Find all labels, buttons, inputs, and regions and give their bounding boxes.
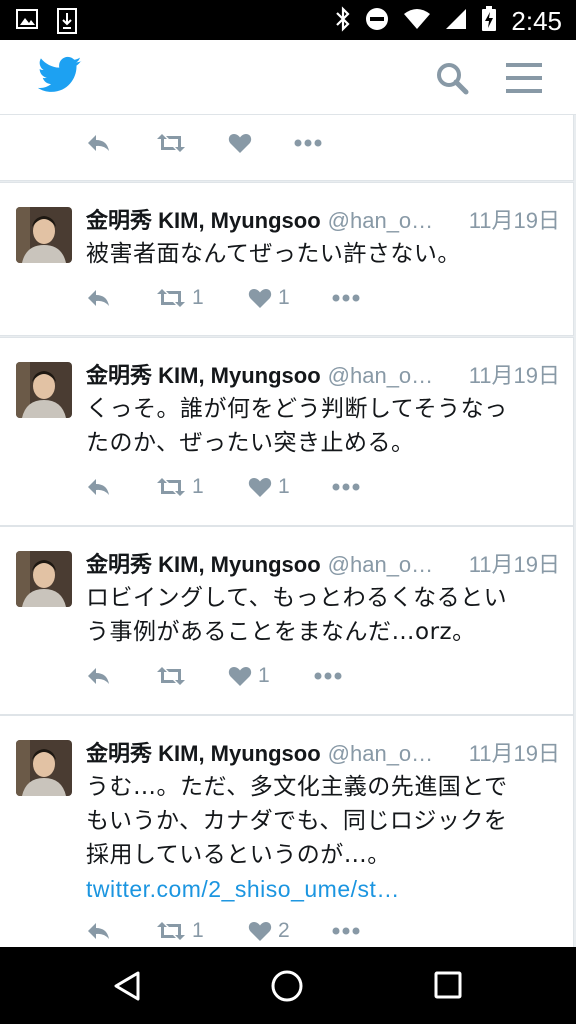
retweet-icon (157, 289, 185, 307)
wifi-icon (403, 8, 431, 34)
heart-icon (248, 289, 272, 308)
more-icon[interactable] (332, 916, 360, 946)
tweet-text-line: う事例があることをまなんだ…orz。 (86, 619, 476, 645)
tweet-card[interactable]: 金明秀 KIM, Myungsoo @han_o… 11月19日 被害者面なんて… (0, 182, 574, 336)
author-name[interactable]: 金明秀 KIM, Myungsoo (86, 208, 321, 233)
tweet-date[interactable]: 11月19日 (469, 736, 560, 768)
tweet-card-partial[interactable] (0, 115, 574, 181)
retweet-icon (157, 478, 185, 496)
tweet-header: 金明秀 KIM, Myungsoo @han_o… 11月19日 (86, 736, 560, 768)
twitter-bird-icon[interactable] (37, 56, 82, 98)
retweet-button[interactable]: 1 (156, 283, 204, 313)
timeline-feed[interactable]: 金明秀 KIM, Myungsoo @han_o… 11月19日 被害者面なんて… (0, 115, 576, 947)
retweet-count: 1 (192, 475, 204, 498)
author-handle[interactable]: @han_o… (328, 363, 434, 388)
like-count: 1 (278, 286, 290, 309)
reply-icon[interactable] (86, 916, 112, 946)
tweet-text-line: 採用しているというのが…。 (86, 842, 391, 868)
avatar[interactable] (16, 551, 72, 607)
author-handle[interactable]: @han_o… (328, 552, 434, 577)
like-count: 2 (278, 919, 290, 942)
tweet-text-line: もいうか、カナダでも、同じロジックを (86, 808, 508, 834)
tweet-header: 金明秀 KIM, Myungsoo @han_o… 11月19日 (86, 547, 560, 579)
heart-icon (228, 667, 252, 686)
search-icon[interactable] (434, 60, 470, 100)
tweet-date[interactable]: 11月19日 (469, 203, 560, 235)
retweet-button[interactable] (156, 661, 192, 691)
retweet-button[interactable]: 1 (156, 916, 204, 946)
back-icon[interactable] (110, 969, 144, 1007)
more-icon[interactable] (314, 661, 342, 691)
tweet-actions: 1 2 (86, 916, 386, 946)
tweet-text-line: うむ…。ただ、多文化主義の先進国とで (86, 774, 508, 800)
reply-icon[interactable] (86, 128, 112, 158)
author-name[interactable]: 金明秀 KIM, Myungsoo (86, 552, 321, 577)
tweet-header: 金明秀 KIM, Myungsoo @han_o… 11月19日 (86, 203, 560, 235)
tweet-text-line: ロビイングして、もっとわるくなるとい (86, 585, 508, 611)
tweet-card[interactable]: 金明秀 KIM, Myungsoo @han_o… 11月19日 くっそ。誰が何… (0, 337, 574, 526)
do-not-disturb-icon (365, 7, 389, 35)
tweet-actions (86, 128, 386, 158)
more-icon[interactable] (332, 472, 360, 502)
hamburger-menu-icon[interactable] (504, 60, 544, 100)
tweet-card[interactable]: 金明秀 KIM, Myungsoo @han_o… 11月19日 うむ…。ただ、… (0, 715, 574, 947)
system-navigation-bar (0, 947, 576, 1024)
tweet-actions: 1 (86, 661, 386, 691)
like-button[interactable]: 1 (248, 472, 290, 502)
like-count: 1 (258, 664, 270, 687)
battery-charging-icon (481, 6, 497, 36)
tweet-date[interactable]: 11月19日 (469, 547, 560, 579)
tweet-link[interactable]: twitter.com/2_shiso_ume/st… (86, 872, 560, 906)
avatar[interactable] (16, 740, 72, 796)
recents-icon[interactable] (432, 969, 464, 1005)
retweet-icon (157, 667, 185, 685)
like-button[interactable]: 1 (228, 661, 270, 691)
status-bar: 2:45 (0, 0, 576, 40)
reply-icon[interactable] (86, 472, 112, 502)
tweet-text-line: くっそ。誰が何をどう判断してそうなっ (86, 396, 508, 422)
avatar[interactable] (16, 207, 72, 263)
more-icon[interactable] (332, 283, 360, 313)
tweet-text-line: 被害者面なんてぜったい許さない。 (86, 241, 461, 267)
avatar[interactable] (16, 362, 72, 418)
like-button[interactable]: 1 (248, 283, 290, 313)
home-icon[interactable] (270, 969, 304, 1007)
app-header (0, 40, 576, 115)
author-name[interactable]: 金明秀 KIM, Myungsoo (86, 741, 321, 766)
retweet-icon (157, 922, 185, 940)
heart-icon (248, 922, 272, 941)
retweet-count: 1 (192, 919, 204, 942)
reply-icon[interactable] (86, 283, 112, 313)
more-icon[interactable] (294, 128, 322, 158)
tweet-text: うむ…。ただ、多文化主義の先進国とで もいうか、カナダでも、同じロジックを 採用… (86, 770, 560, 906)
like-count: 1 (278, 475, 290, 498)
tweet-header: 金明秀 KIM, Myungsoo @han_o… 11月19日 (86, 358, 560, 390)
tweet-actions: 1 1 (86, 283, 386, 313)
tweet-text: くっそ。誰が何をどう判断してそうなっ たのか、ぜったい突き止める。 (86, 392, 560, 460)
heart-icon[interactable] (228, 128, 252, 158)
heart-icon (248, 478, 272, 497)
retweet-button[interactable]: 1 (156, 472, 204, 502)
gallery-notification-icon (16, 8, 38, 38)
author-handle[interactable]: @han_o… (328, 208, 434, 233)
download-notification-icon (56, 8, 78, 38)
reply-icon[interactable] (86, 661, 112, 691)
tweet-text-line: たのか、ぜったい突き止める。 (86, 430, 415, 456)
retweet-count: 1 (192, 286, 204, 309)
tweet-actions: 1 1 (86, 472, 386, 502)
tweet-text: ロビイングして、もっとわるくなるとい う事例があることをまなんだ…orz。 (86, 581, 560, 649)
bluetooth-icon (335, 6, 351, 36)
like-button[interactable]: 2 (248, 916, 290, 946)
author-handle[interactable]: @han_o… (328, 741, 434, 766)
retweet-icon[interactable] (156, 128, 186, 158)
tweet-text: 被害者面なんてぜったい許さない。 (86, 237, 560, 271)
cell-signal-icon (445, 8, 467, 34)
tweet-date[interactable]: 11月19日 (469, 358, 560, 390)
clock: 2:45 (511, 6, 562, 36)
author-name[interactable]: 金明秀 KIM, Myungsoo (86, 363, 321, 388)
tweet-card[interactable]: 金明秀 KIM, Myungsoo @han_o… 11月19日 ロビイングして… (0, 526, 574, 715)
